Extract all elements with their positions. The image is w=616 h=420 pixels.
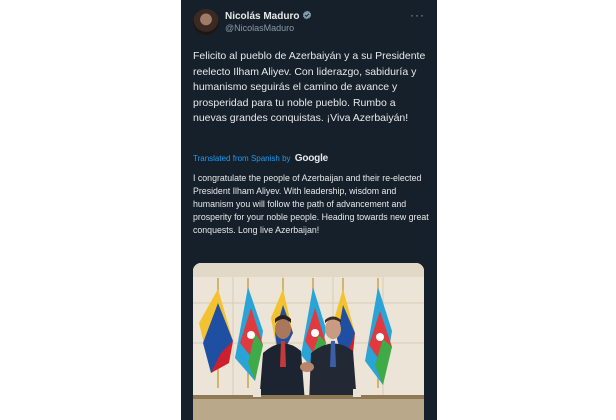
tweet-card: Nicolás Maduro @NicolasMaduro ··· Felici…	[181, 0, 437, 420]
more-options-icon[interactable]: ···	[410, 8, 425, 22]
verified-badge-icon	[302, 10, 312, 23]
author-name-row[interactable]: Nicolás Maduro	[225, 10, 312, 23]
tweet-photo[interactable]	[193, 263, 424, 420]
translated-label: Translated from Spanish by	[193, 154, 291, 163]
photo-illustration	[193, 263, 424, 420]
translation-attribution[interactable]: Translated from Spanish by Google	[193, 153, 328, 164]
tweet-text-original: Felicito al pueblo de Azerbaiyán y a su …	[193, 50, 426, 124]
tweet-text-translated: I congratulate the people of Azerbaijan …	[193, 173, 429, 235]
avatar[interactable]	[193, 9, 219, 35]
author-handle[interactable]: @NicolasMaduro	[225, 23, 294, 33]
author-name[interactable]: Nicolás Maduro	[225, 11, 299, 22]
google-logo: Google	[294, 153, 329, 164]
